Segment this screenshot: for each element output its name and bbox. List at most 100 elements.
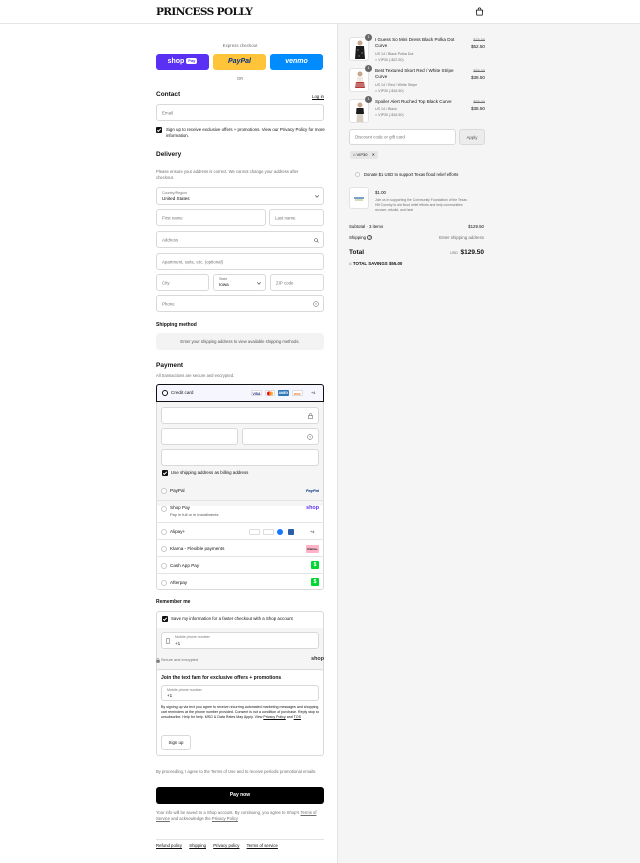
textfam-tos-link[interactable]: TOS (294, 715, 301, 719)
textfam-legal: By signing up via text you agree to rece… (161, 705, 321, 721)
venmo-button[interactable]: venmo (270, 54, 323, 70)
billing-same-checkbox[interactable] (162, 470, 168, 476)
shipping-value: Enter shipping address (439, 235, 484, 240)
apply-discount-button[interactable]: Apply (459, 129, 485, 145)
alipay-more: +4 (310, 530, 315, 534)
payment-heading: Payment (156, 362, 184, 369)
shop-pay-sub: Pay in full or in installments (170, 512, 219, 517)
item-price: $52.50 (470, 44, 485, 49)
shop-pay-button[interactable]: shop Pay (156, 54, 209, 70)
footer-privacy-link[interactable]: Privacy policy (213, 843, 239, 848)
country-label: Country/Region (162, 191, 187, 195)
wallet-badge-3 (277, 529, 283, 535)
afterpay-radio[interactable] (161, 580, 167, 586)
cashapp-option[interactable]: Cash App Pay $ (156, 556, 324, 573)
item-old-price: $75.00 (473, 38, 485, 42)
klarna-label: Klarna - Flexible payments (170, 546, 225, 551)
apartment-input[interactable]: Apartment, suite, etc. (optional) (156, 253, 324, 270)
textfam-privacy-link[interactable]: Privacy Policy (263, 715, 285, 719)
shop-pay-radio[interactable] (161, 506, 167, 512)
footer-refund-link[interactable]: Refund policy (156, 843, 182, 848)
card-name-input[interactable] (161, 449, 319, 466)
svg-text:?: ? (309, 435, 311, 439)
savings-tag-icon: ⌂ (349, 261, 352, 266)
state-select[interactable]: State Iowa (213, 274, 266, 291)
last-name-input[interactable]: Last name (269, 209, 324, 226)
wallet-badge-1 (249, 529, 260, 535)
wallet-badge-2 (263, 529, 274, 535)
afterpay-option[interactable]: Afterpay $ (156, 573, 324, 590)
first-name-input[interactable]: First name (156, 209, 266, 226)
tag-icon: ⌂ (375, 58, 378, 62)
shipping-row-label: Shipping ? (349, 235, 373, 240)
shop-pay-label: Shop Pay (170, 505, 190, 510)
donate-checkbox[interactable] (355, 172, 360, 177)
cashapp-label: Cash App Pay (170, 563, 200, 568)
paypal-radio[interactable] (161, 488, 167, 494)
address-input[interactable]: Address (156, 231, 324, 248)
item-title: Spoiler Alert Ruched Top Black Curve (375, 99, 452, 104)
footer-terms-link[interactable]: Terms of service (247, 843, 278, 848)
top-header: PRINCESS POLLY (0, 0, 640, 24)
remember-phone-input[interactable]: Mobile phone number +1 (161, 632, 319, 649)
card-cvv-input[interactable]: ? (242, 428, 319, 445)
help-icon[interactable]: ? (307, 434, 313, 440)
footer-shipping-link[interactable]: Shipping (189, 843, 206, 848)
shipping-method-placeholder: Enter your shipping address to view avai… (156, 333, 324, 350)
textfam-phone-value: +1 (167, 693, 173, 698)
alipay-option[interactable]: Alipay+ +4 (156, 522, 324, 539)
lock-icon (308, 413, 313, 419)
search-icon (314, 238, 319, 243)
city-input[interactable]: City (156, 274, 209, 291)
shop-logo: shop (311, 656, 324, 662)
last-name-placeholder: Last name (275, 215, 296, 220)
visa-badge: VISA (251, 390, 262, 396)
klarna-radio[interactable] (161, 546, 167, 552)
card-number-input[interactable] (161, 407, 319, 424)
quantity-badge: 1 (365, 34, 372, 41)
country-select[interactable]: Country/Region United States (156, 187, 324, 205)
discount-code-input[interactable]: Discount code or gift card (349, 129, 456, 145)
shop-pay-option[interactable]: Shop Pay Pay in full or in installments … (156, 500, 324, 522)
shop-pay-text: shop (167, 58, 185, 65)
shipping-label-text: Shipping (349, 235, 367, 240)
alipay-radio[interactable] (161, 529, 167, 535)
email-input[interactable]: Email (156, 104, 324, 121)
newsletter-checkbox[interactable] (156, 127, 162, 133)
email-placeholder: Email (162, 110, 173, 115)
credit-card-option[interactable]: Credit card VISA AMEX DISC +4 (156, 384, 324, 402)
cashapp-radio[interactable] (161, 563, 167, 569)
donation-thumbnail (349, 187, 369, 209)
textfam-phone-input[interactable]: Mobile phone number +1 (161, 685, 319, 701)
shop-note-text: Your info will be saved to a Shop accoun… (156, 810, 300, 815)
express-checkout-label: Express checkout (222, 43, 258, 48)
remember-phone-value: +1 (175, 641, 181, 646)
paypal-option[interactable]: PayPal PayPal (156, 482, 324, 499)
zip-input[interactable]: ZIP code (270, 274, 324, 291)
secure-note: Secure and encrypted (161, 658, 199, 662)
help-icon[interactable]: ? (313, 301, 319, 307)
item-discount: ⌂ VIP30 (-$16.50) (375, 113, 404, 117)
pay-now-button[interactable]: Pay now (156, 787, 324, 804)
brand-logo[interactable]: PRINCESS POLLY (156, 6, 253, 18)
card-expiry-input[interactable] (161, 428, 238, 445)
paypal-button[interactable]: PayPal (213, 54, 266, 70)
total-value: $129.50 (460, 249, 485, 256)
chevron-down-icon (315, 195, 319, 198)
shopping-bag-icon[interactable] (475, 7, 484, 16)
newsletter-text: Sign up to receive exclusive offers + pr… (166, 127, 325, 138)
footer-links: Refund policy Shipping Privacy policy Te… (156, 843, 284, 848)
credit-card-radio[interactable] (162, 390, 168, 396)
remove-code-icon[interactable]: ✕ (372, 152, 375, 157)
item-title: I Guess So Mini Dress Black Polka Dot Cu… (375, 37, 455, 48)
item-old-price: $55.00 (473, 100, 485, 104)
login-link[interactable]: Log in (312, 94, 324, 99)
applied-code-text: VIP30 (356, 152, 368, 157)
klarna-option[interactable]: Klarna - Flexible payments Klarna. (156, 539, 324, 556)
save-info-checkbox[interactable] (162, 616, 168, 622)
delivery-heading: Delivery (156, 151, 182, 158)
phone-input[interactable]: Phone ? (156, 295, 324, 312)
shop-privacy-link[interactable]: Privacy Policy (212, 816, 238, 821)
textfam-signup-button[interactable]: Sign up (161, 735, 191, 750)
help-icon[interactable]: ? (367, 235, 373, 240)
